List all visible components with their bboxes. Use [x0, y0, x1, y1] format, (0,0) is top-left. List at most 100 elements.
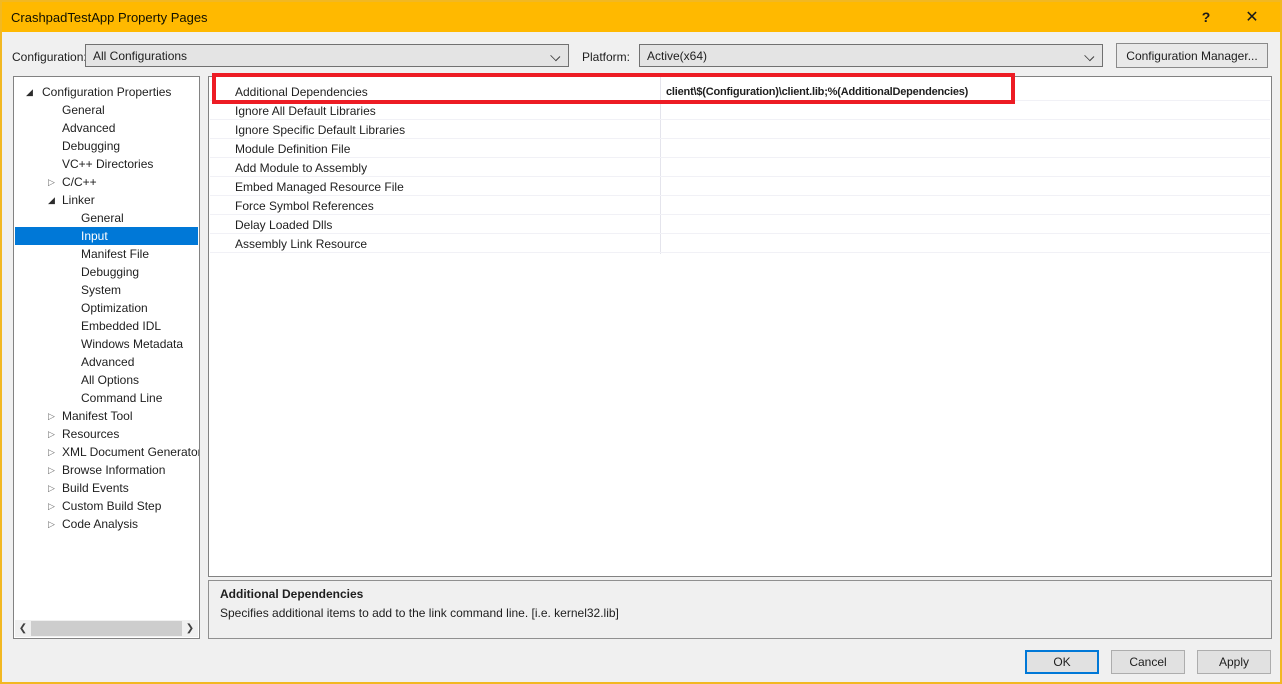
property-tree: ◢ Configuration Properties General Advanced… [13, 76, 200, 639]
tree-item-label: Manifest File [81, 247, 149, 261]
tree-item-code-analysis[interactable]: ▷ Code Analysis [15, 515, 198, 533]
tree-item-command-line[interactable]: Command Line [15, 389, 198, 407]
tree-collapsed-icon[interactable]: ▷ [48, 482, 55, 494]
tree-item-label: Code Analysis [62, 517, 138, 531]
platform-label: Platform: [582, 50, 630, 64]
tree-collapsed-icon[interactable]: ▷ [48, 500, 55, 512]
tree-item-advanced[interactable]: Advanced [15, 353, 198, 371]
scrollbar-thumb[interactable] [31, 621, 182, 636]
tree-item-label: Linker [62, 193, 95, 207]
ok-button[interactable]: OK [1025, 650, 1099, 674]
tree-item-label: Advanced [81, 355, 134, 369]
tree-item-windows-metadata[interactable]: Windows Metadata [15, 335, 198, 353]
configuration-dropdown-value: All Configurations [93, 49, 187, 63]
property-row-force-symbol-references[interactable]: Force Symbol References [210, 196, 1270, 215]
tree-item-label: General [62, 103, 105, 117]
property-value[interactable]: client\$(Configuration)\client.lib;%(Add… [666, 86, 1016, 98]
tree-item-custom-build-step[interactable]: ▷ Custom Build Step [15, 497, 198, 515]
tree-item-general[interactable]: General [15, 209, 198, 227]
window-title: CrashpadTestApp Property Pages [2, 10, 208, 25]
tree-item-label: General [81, 211, 124, 225]
configuration-dropdown[interactable]: All Configurations [85, 44, 569, 67]
apply-button-label: Apply [1219, 655, 1249, 669]
titlebar[interactable]: CrashpadTestApp Property Pages ? ✕ [2, 2, 1280, 32]
chevron-down-icon [1086, 52, 1094, 60]
tree-item-manifest-tool[interactable]: ▷ Manifest Tool [15, 407, 198, 425]
property-row-module-definition-file[interactable]: Module Definition File [210, 139, 1270, 158]
property-name: Ignore Specific Default Libraries [235, 123, 405, 137]
chevron-down-icon [552, 52, 560, 60]
tree-item-label: Configuration Properties [42, 85, 171, 99]
tree-item-input[interactable]: Input [15, 227, 198, 245]
property-pages-dialog: CrashpadTestApp Property Pages ? ✕ Confi… [0, 0, 1282, 684]
tree-collapsed-icon[interactable]: ▷ [48, 446, 55, 458]
tree-item-label: Custom Build Step [62, 499, 161, 513]
tree-item-manifest-file[interactable]: Manifest File [15, 245, 198, 263]
tree-item-label: C/C++ [62, 175, 97, 189]
tree-item-all-options[interactable]: All Options [15, 371, 198, 389]
property-name: Delay Loaded Dlls [235, 218, 332, 232]
property-name: Force Symbol References [235, 199, 374, 213]
cancel-button-label: Cancel [1129, 655, 1166, 669]
property-row-embed-managed-resource-file[interactable]: Embed Managed Resource File [210, 177, 1270, 196]
description-title: Additional Dependencies [220, 587, 1271, 601]
tree-item-xml-document-generator[interactable]: ▷XML Document Generator [15, 443, 198, 461]
tree-item-linker[interactable]: ◢ Linker [15, 191, 198, 209]
tree-collapsed-icon[interactable]: ▷ [48, 428, 55, 440]
description-pane: Additional Dependencies Specifies additi… [208, 580, 1272, 639]
help-icon: ? [1202, 9, 1211, 25]
tree-item-label: Browse Information [62, 463, 165, 477]
help-button[interactable]: ? [1184, 2, 1228, 32]
property-name: Add Module to Assembly [235, 161, 367, 175]
tree-item-general[interactable]: General [15, 101, 198, 119]
property-row-assembly-link-resource[interactable]: Assembly Link Resource [210, 234, 1270, 253]
tree-item-label: Advanced [62, 121, 115, 135]
tree-item-browse-information[interactable]: ▷ Browse Information [15, 461, 198, 479]
apply-button[interactable]: Apply [1197, 650, 1271, 674]
scroll-right-icon[interactable]: ❯ [182, 620, 198, 637]
property-name: Additional Dependencies [235, 85, 368, 99]
tree-item-c-c-[interactable]: ▷ C/C++ [15, 173, 198, 191]
tree-item-debugging[interactable]: Debugging [15, 137, 198, 155]
platform-dropdown[interactable]: Active(x64) [639, 44, 1103, 67]
tree-collapsed-icon[interactable]: ▷ [48, 410, 55, 422]
close-button[interactable]: ✕ [1230, 2, 1274, 32]
tree-item-label: Manifest Tool [62, 409, 132, 423]
property-row-ignore-all-default-libraries[interactable]: Ignore All Default Libraries [210, 101, 1270, 120]
property-row-add-module-to-assembly[interactable]: Add Module to Assembly [210, 158, 1270, 177]
tree-item-label: Input [81, 229, 108, 243]
tree-item-configuration-properties[interactable]: ◢ Configuration Properties [15, 83, 198, 101]
tree-item-vc-directories[interactable]: VC++ Directories [15, 155, 198, 173]
property-row-delay-loaded-dlls[interactable]: Delay Loaded Dlls [210, 215, 1270, 234]
tree-item-advanced[interactable]: Advanced [15, 119, 198, 137]
close-icon: ✕ [1245, 7, 1258, 27]
configuration-manager-label: Configuration Manager... [1126, 49, 1257, 63]
configuration-manager-button[interactable]: Configuration Manager... [1116, 43, 1268, 68]
tree-item-label: Embedded IDL [81, 319, 161, 333]
tree-item-build-events[interactable]: ▷Build Events [15, 479, 198, 497]
tree-item-system[interactable]: System [15, 281, 198, 299]
tree-item-label: Debugging [62, 139, 120, 153]
ok-button-label: OK [1053, 655, 1070, 669]
property-name: Assembly Link Resource [235, 237, 367, 251]
tree-expanded-icon[interactable]: ◢ [26, 86, 33, 98]
tree-horizontal-scrollbar[interactable]: ❮ ❯ [15, 620, 198, 637]
tree-expanded-icon[interactable]: ◢ [48, 194, 55, 206]
tree-item-resources[interactable]: ▷Resources [15, 425, 198, 443]
property-row-additional-dependencies[interactable]: Additional Dependencies client\$(Configur… [210, 82, 1270, 101]
tree-collapsed-icon[interactable]: ▷ [48, 176, 55, 188]
property-grid: Additional Dependencies client\$(Configur… [208, 76, 1272, 577]
cancel-button[interactable]: Cancel [1111, 650, 1185, 674]
tree-collapsed-icon[interactable]: ▷ [48, 464, 55, 476]
scroll-left-icon[interactable]: ❮ [15, 620, 31, 637]
property-name: Module Definition File [235, 142, 350, 156]
tree-collapsed-icon[interactable]: ▷ [48, 518, 55, 530]
tree-item-embedded-idl[interactable]: Embedded IDL [15, 317, 198, 335]
property-row-ignore-specific-default-libraries[interactable]: Ignore Specific Default Libraries [210, 120, 1270, 139]
tree-item-optimization[interactable]: Optimization [15, 299, 198, 317]
property-name: Embed Managed Resource File [235, 180, 404, 194]
tree-item-label: VC++ Directories [62, 157, 153, 171]
platform-dropdown-value: Active(x64) [647, 49, 707, 63]
tree-item-label: Debugging [81, 265, 139, 279]
tree-item-debugging[interactable]: Debugging [15, 263, 198, 281]
